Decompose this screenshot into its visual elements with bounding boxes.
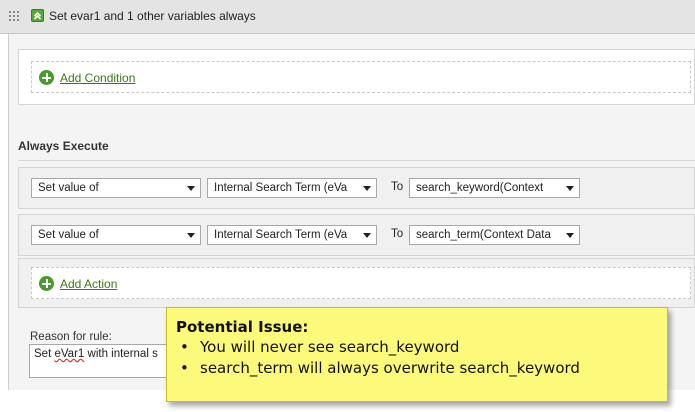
variable-select[interactable]: Internal Search Term (eVa: [207, 225, 377, 245]
section-divider: [18, 160, 695, 161]
reason-text-prefix: Set: [34, 348, 55, 360]
value-select[interactable]: search_term(Context Data: [409, 225, 580, 245]
action-row: Set value of Internal Search Term (eVa T…: [18, 214, 695, 256]
add-action-panel: Add Action: [18, 258, 695, 308]
to-label: To: [391, 181, 404, 193]
plus-circle-icon[interactable]: [39, 276, 54, 291]
rule-title[interactable]: Set evar1 and 1 other variables always: [49, 9, 256, 23]
potential-issue-callout: Potential Issue: You will never see sear…: [166, 307, 668, 402]
chevron-down-icon: [363, 186, 371, 191]
callout-title: Potential Issue:: [176, 318, 309, 336]
reason-text-misspelled: eVar1: [54, 348, 85, 360]
always-execute-heading: Always Execute: [18, 139, 109, 153]
add-action-link[interactable]: Add Action: [60, 277, 117, 291]
reason-text-suffix: with internal s: [84, 348, 158, 360]
add-condition-link[interactable]: Add Condition: [60, 71, 135, 85]
action-row: Set value of Internal Search Term (eVa T…: [18, 167, 695, 209]
reason-textarea[interactable]: Set eVar1 with internal s: [29, 344, 177, 378]
drag-handle-icon[interactable]: [9, 11, 23, 23]
chevron-down-icon: [566, 233, 574, 238]
chevron-down-icon: [363, 233, 371, 238]
to-label: To: [391, 228, 404, 240]
add-action-row: Add Action: [31, 267, 691, 299]
chevron-down-icon: [566, 186, 574, 191]
conditions-panel: Add Condition: [18, 49, 695, 105]
plus-circle-icon[interactable]: [39, 70, 54, 85]
reason-label: Reason for rule:: [30, 331, 112, 343]
variable-select[interactable]: Internal Search Term (eVa: [207, 178, 377, 198]
chevron-down-icon: [187, 233, 195, 238]
callout-list: You will never see search_keyword search…: [176, 337, 657, 379]
operation-select[interactable]: Set value of: [31, 178, 201, 198]
callout-item: You will never see search_keyword: [176, 337, 657, 358]
value-select[interactable]: search_keyword(Context: [409, 178, 580, 198]
callout-item: search_term will always overwrite search…: [176, 358, 657, 379]
rule-header: Set evar1 and 1 other variables always: [0, 0, 695, 34]
collapse-icon[interactable]: [31, 9, 44, 22]
chevron-down-icon: [187, 186, 195, 191]
operation-select[interactable]: Set value of: [31, 225, 201, 245]
add-condition-row: Add Condition: [31, 61, 691, 93]
